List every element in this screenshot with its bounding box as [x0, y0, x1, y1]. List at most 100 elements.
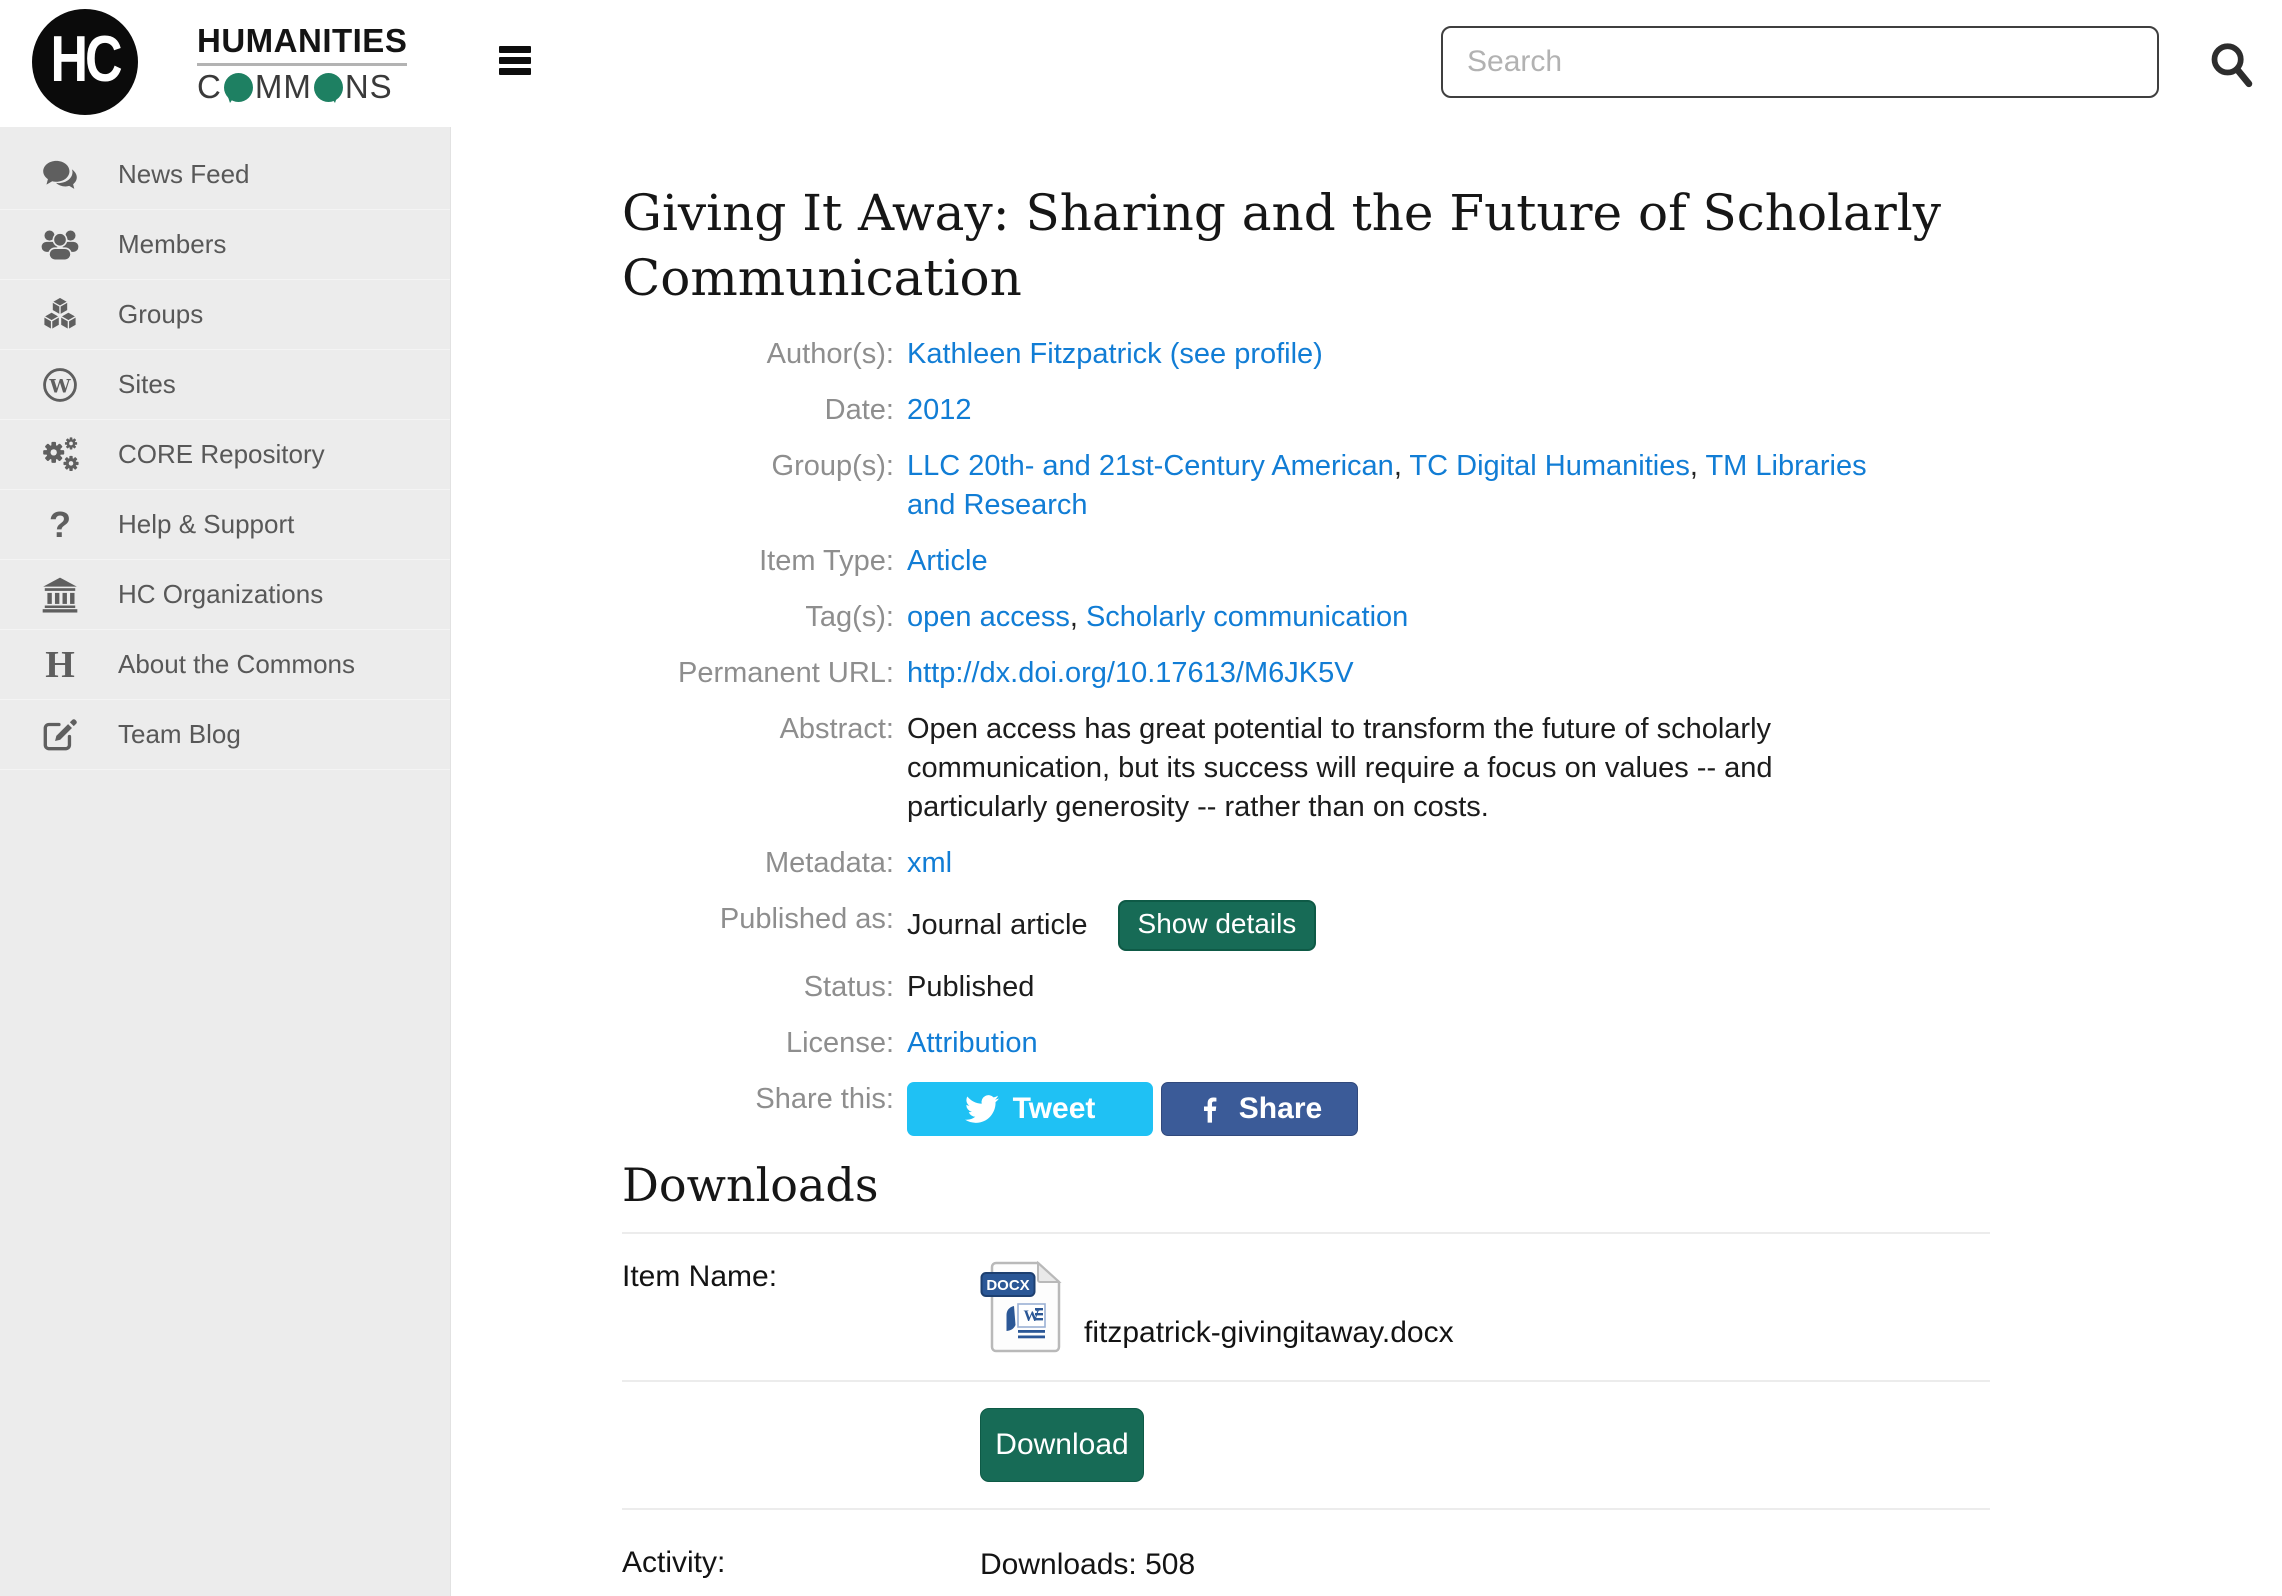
hc-logo-monogram: HC [50, 22, 119, 102]
comments-icon [32, 154, 88, 196]
item-name-row: Item Name: DOCX W [622, 1234, 1990, 1380]
status-row: Status: Published [622, 968, 2282, 1007]
permanent-url-label: Permanent URL: [622, 654, 894, 693]
sidebar-item-hc-organizations[interactable]: HC Organizations [0, 560, 450, 630]
docx-file-icon[interactable]: DOCX W [980, 1260, 1066, 1354]
groups-label: Group(s): [622, 447, 894, 525]
metadata-xml-link[interactable]: xml [907, 847, 952, 879]
metadata-row: Metadata: xml [622, 844, 2282, 883]
license-label: License: [622, 1024, 894, 1063]
date-label: Date: [622, 391, 894, 430]
downloads-heading: Downloads [622, 1158, 1990, 1212]
sidebar-item-label: About the Commons [118, 649, 355, 680]
facebook-icon [1197, 1095, 1225, 1123]
published-as-value: Journal article [907, 906, 1088, 945]
sidebar-item-label: News Feed [118, 159, 250, 190]
sidebar: News Feed Members [0, 127, 451, 1596]
tags-row: Tag(s): open access, Scholarly communica… [622, 598, 2282, 637]
sidebar-item-core-repository[interactable]: CORE Repository [0, 420, 450, 490]
sidebar-item-label: Help & Support [118, 509, 294, 540]
brand-seg: NS [345, 68, 393, 106]
tag-link[interactable]: open access [907, 601, 1070, 633]
share-this-label: Share this: [622, 1080, 894, 1136]
bank-icon [32, 574, 88, 616]
sidebar-item-members[interactable]: Members [0, 210, 450, 280]
members-icon [32, 224, 88, 266]
sidebar-item-help-support[interactable]: ? Help & Support [0, 490, 450, 560]
author-row: Author(s): Kathleen Fitzpatrick (see pro… [622, 335, 2282, 374]
question-icon: ? [32, 504, 88, 546]
date-link[interactable]: 2012 [907, 394, 972, 426]
item-type-row: Item Type: Article [622, 542, 2282, 581]
sidebar-item-team-blog[interactable]: Team Blog [0, 700, 450, 770]
group-link[interactable]: LLC 20th- and 21st-Century American [907, 450, 1394, 482]
license-link[interactable]: Attribution [907, 1027, 1038, 1059]
tag-link[interactable]: Scholarly communication [1086, 601, 1408, 633]
published-as-label: Published as: [622, 900, 894, 951]
sidebar-item-sites[interactable]: W Sites [0, 350, 450, 420]
gears-icon [32, 434, 88, 476]
published-as-row: Published as: Journal article Show detai… [622, 900, 2282, 951]
speech-bubble-icon [224, 73, 253, 102]
brand-wordmark[interactable]: HUMANITIES C MM NS [197, 22, 407, 104]
sidebar-item-news-feed[interactable]: News Feed [0, 140, 450, 210]
sidebar-item-label: Team Blog [118, 719, 241, 750]
sidebar-item-about-the-commons[interactable]: H About the Commons [0, 630, 450, 700]
svg-text:W: W [1024, 1308, 1040, 1325]
brand-divider [197, 63, 407, 66]
cubes-icon [32, 294, 88, 336]
file-name: fitzpatrick-givingitaway.docx [1084, 1316, 1454, 1354]
edit-icon [32, 714, 88, 756]
sidebar-item-label: CORE Repository [118, 439, 325, 470]
sidebar-item-label: Groups [118, 299, 203, 330]
permanent-url-row: Permanent URL: http://dx.doi.org/10.1761… [622, 654, 2282, 693]
main-content: Giving It Away: Sharing and the Future o… [451, 127, 2282, 1582]
permanent-url-link[interactable]: http://dx.doi.org/10.17613/M6JK5V [907, 657, 1354, 689]
show-details-button[interactable]: Show details [1118, 900, 1317, 951]
group-link[interactable]: TC Digital Humanities [1409, 450, 1689, 482]
search-input[interactable] [1441, 26, 2159, 98]
sidebar-item-label: HC Organizations [118, 579, 323, 610]
h-icon: H [32, 643, 88, 687]
activity-label: Activity: [622, 1546, 966, 1582]
brand-humanities: HUMANITIES [197, 22, 407, 60]
item-type-label: Item Type: [622, 542, 894, 581]
svg-text:DOCX: DOCX [986, 1277, 1029, 1294]
item-metadata: Author(s): Kathleen Fitzpatrick (see pro… [622, 335, 2282, 1136]
groups-row: Group(s): LLC 20th- and 21st-Century Ame… [622, 447, 2282, 525]
status-value: Published [907, 968, 1872, 1007]
author-label: Author(s): [622, 335, 894, 374]
license-row: License: Attribution [622, 1024, 2282, 1063]
facebook-share-button[interactable]: Share [1161, 1082, 1358, 1136]
svg-text:W: W [48, 375, 71, 397]
date-row: Date: 2012 [622, 391, 2282, 430]
hamburger-menu-icon[interactable] [499, 46, 531, 79]
activity-row: Activity: Downloads: 508 [622, 1510, 1990, 1582]
hc-logo[interactable]: HC [32, 9, 138, 115]
status-label: Status: [622, 968, 894, 1007]
tags-label: Tag(s): [622, 598, 894, 637]
wordpress-icon: W [32, 364, 88, 406]
item-type-link[interactable]: Article [907, 545, 988, 577]
speech-bubble-icon [314, 73, 343, 102]
share-row: Share this: Tweet Share [622, 1080, 2282, 1136]
download-button[interactable]: Download [980, 1408, 1144, 1482]
sidebar-item-groups[interactable]: Groups [0, 280, 450, 350]
humanities-commons-page: HC HUMANITIES C MM NS [0, 0, 2282, 1596]
twitter-icon [965, 1092, 999, 1126]
brand-seg: C [197, 68, 222, 106]
download-row: Download [622, 1382, 1990, 1508]
abstract-text: Open access has great potential to trans… [907, 710, 1872, 827]
brand-commons: C MM NS [197, 70, 407, 104]
activity-value: Downloads: 508 [980, 1546, 1990, 1582]
search-icon[interactable] [2204, 38, 2260, 94]
brand-seg: MM [255, 68, 312, 106]
author-link[interactable]: Kathleen Fitzpatrick (see profile) [907, 338, 1323, 370]
metadata-label: Metadata: [622, 844, 894, 883]
abstract-label: Abstract: [622, 710, 894, 827]
page-title: Giving It Away: Sharing and the Future o… [622, 181, 1952, 311]
abstract-row: Abstract: Open access has great potentia… [622, 710, 2282, 827]
downloads-section: Downloads Item Name: DOCX W [622, 1158, 1990, 1582]
item-name-label: Item Name: [622, 1260, 966, 1354]
tweet-button[interactable]: Tweet [907, 1082, 1153, 1136]
